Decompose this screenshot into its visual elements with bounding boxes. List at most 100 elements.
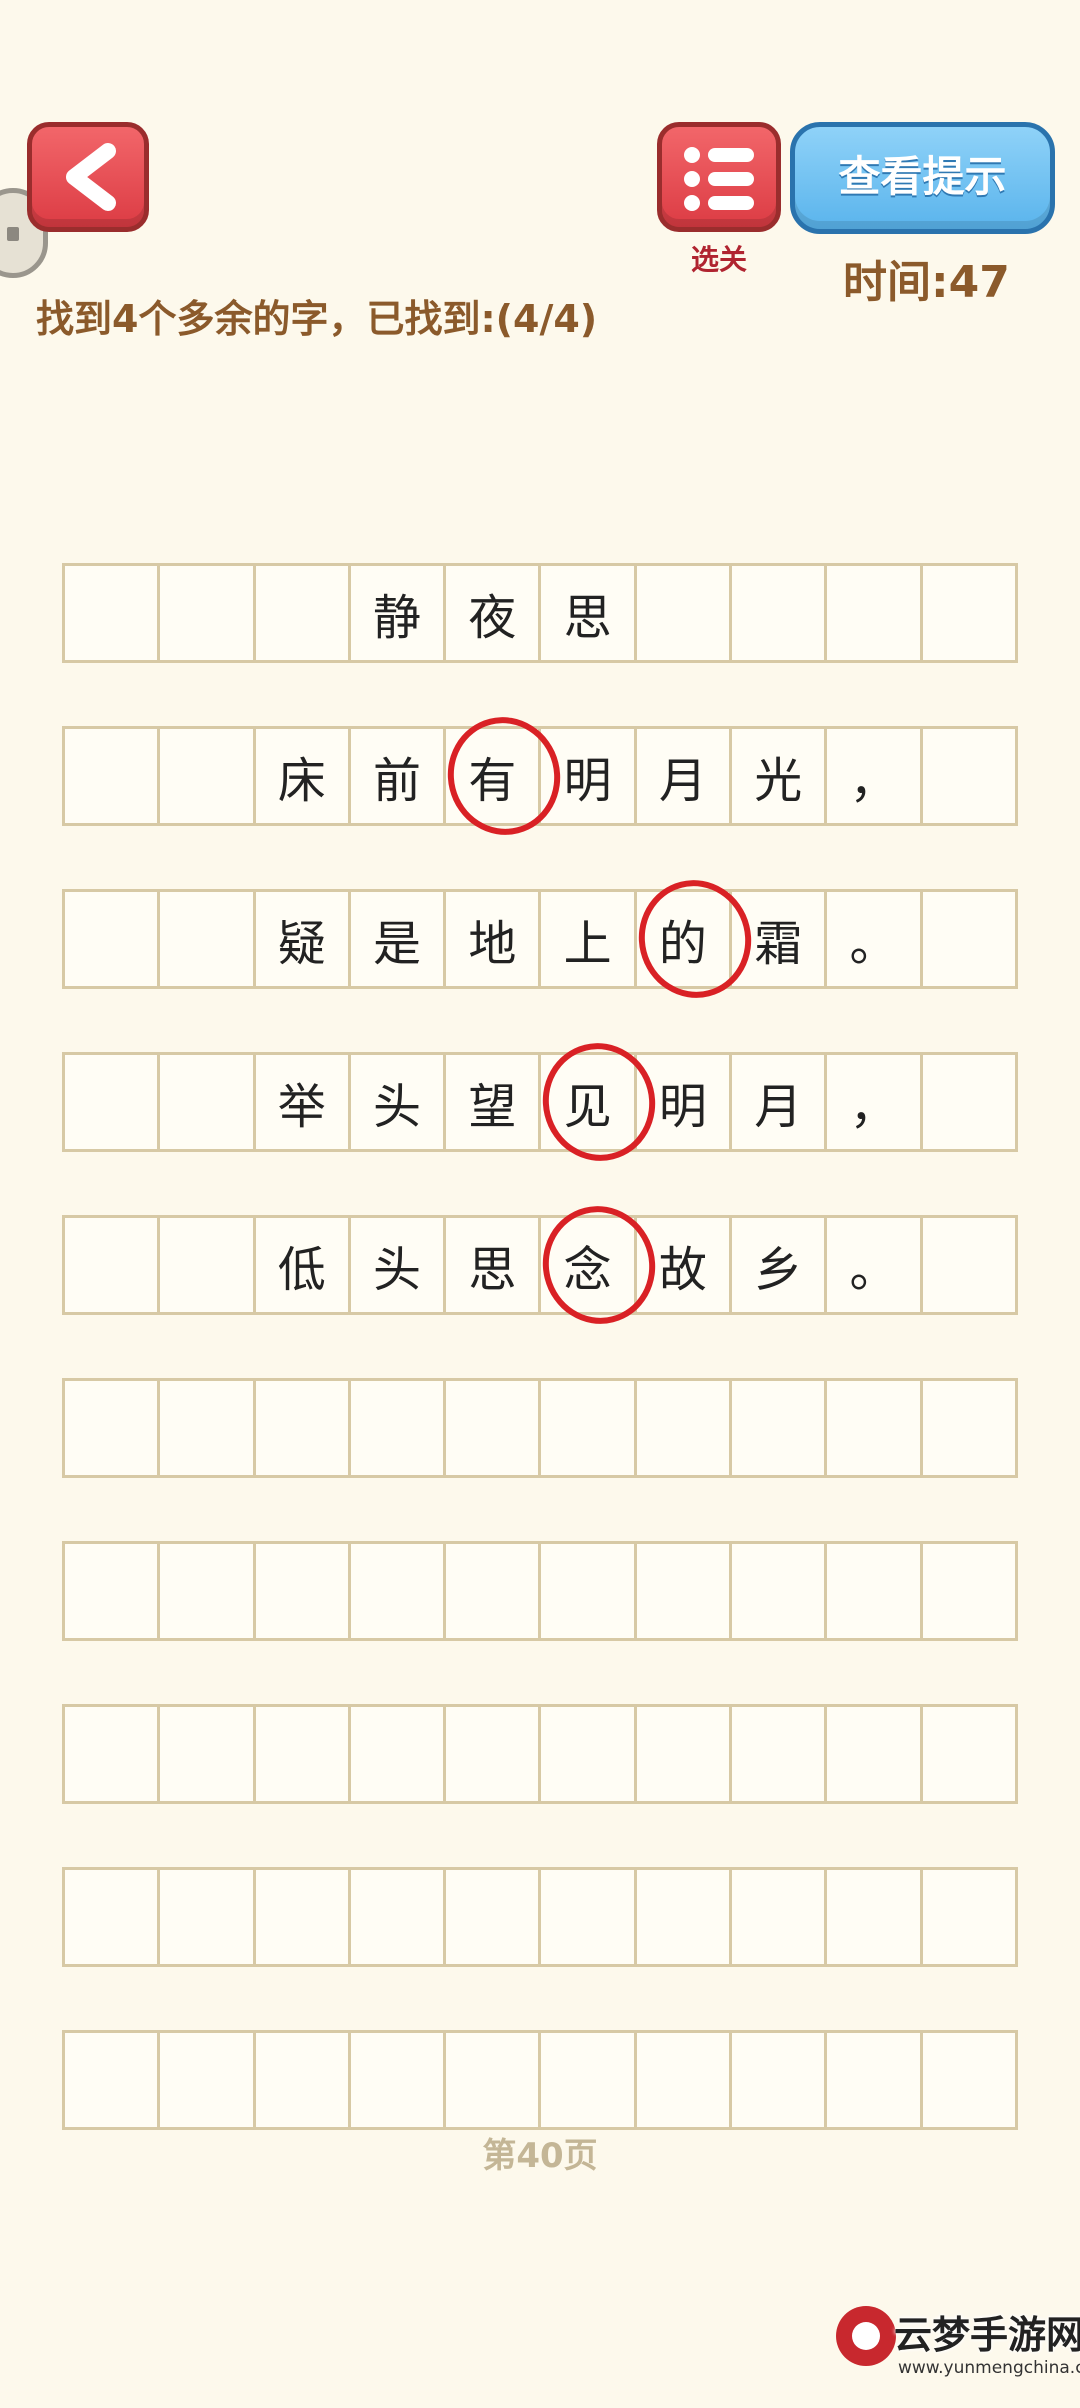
grid-cell[interactable] — [827, 566, 923, 660]
grid-cell[interactable] — [351, 1707, 447, 1801]
grid-cell[interactable] — [65, 1218, 161, 1312]
grid-cell[interactable]: 举 — [256, 1055, 351, 1149]
grid-cell[interactable]: 夜 — [446, 566, 542, 660]
grid-cell[interactable] — [732, 1381, 828, 1475]
grid-cell[interactable] — [65, 2033, 161, 2127]
grid-cell[interactable] — [827, 2033, 923, 2127]
grid-cell[interactable]: 月 — [637, 729, 733, 823]
grid-cell[interactable] — [827, 1381, 923, 1475]
view-hint-button[interactable]: 查看提示 — [790, 122, 1055, 234]
grid-cell[interactable] — [637, 1870, 733, 1964]
grid-cell[interactable] — [160, 2033, 256, 2127]
grid-cell[interactable]: 低 — [256, 1218, 351, 1312]
grid-cell[interactable] — [923, 1055, 1015, 1149]
grid-cell[interactable]: 月 — [732, 1055, 828, 1149]
grid-cell-found[interactable]: 念 — [541, 1218, 637, 1312]
grid-cell[interactable]: 前 — [351, 729, 447, 823]
grid-cell[interactable] — [446, 1544, 542, 1638]
grid-cell[interactable]: 床 — [256, 729, 351, 823]
grid-cell[interactable] — [827, 1544, 923, 1638]
grid-cell[interactable] — [923, 1381, 1015, 1475]
grid-cell[interactable] — [351, 1381, 447, 1475]
grid-cell[interactable] — [923, 566, 1015, 660]
grid-cell[interactable] — [65, 1544, 161, 1638]
grid-cell[interactable] — [65, 729, 161, 823]
grid-cell[interactable] — [637, 566, 733, 660]
grid-cell[interactable] — [160, 1544, 256, 1638]
grid-cell[interactable]: 明 — [541, 729, 637, 823]
grid-cell[interactable] — [541, 1870, 637, 1964]
grid-cell[interactable]: 是 — [351, 892, 447, 986]
grid-cell[interactable] — [732, 1544, 828, 1638]
grid-cell[interactable] — [637, 1381, 733, 1475]
grid-cell[interactable] — [351, 1870, 447, 1964]
grid-cell[interactable] — [541, 1381, 637, 1475]
grid-cell[interactable] — [637, 2033, 733, 2127]
back-button[interactable] — [27, 122, 149, 232]
grid-cell[interactable] — [923, 1870, 1015, 1964]
grid-cell[interactable]: 头 — [351, 1218, 447, 1312]
grid-cell[interactable]: 故 — [637, 1218, 733, 1312]
grid-cell[interactable] — [256, 1707, 351, 1801]
grid-cell[interactable]: 光 — [732, 729, 828, 823]
grid-cell[interactable] — [65, 892, 161, 986]
grid-cell[interactable] — [160, 566, 256, 660]
grid-cell[interactable]: 霜 — [732, 892, 828, 986]
grid-cell[interactable] — [923, 1544, 1015, 1638]
grid-cell[interactable]: 望 — [446, 1055, 542, 1149]
grid-cell[interactable] — [446, 1870, 542, 1964]
grid-cell[interactable] — [541, 1707, 637, 1801]
grid-cell[interactable]: 上 — [541, 892, 637, 986]
grid-cell[interactable]: ， — [827, 729, 923, 823]
grid-cell-found[interactable]: 的 — [637, 892, 733, 986]
grid-cell[interactable] — [65, 1381, 161, 1475]
grid-cell[interactable] — [160, 1055, 256, 1149]
grid-cell[interactable] — [923, 892, 1015, 986]
grid-cell[interactable] — [732, 2033, 828, 2127]
grid-cell[interactable] — [923, 2033, 1015, 2127]
grid-cell[interactable] — [732, 1707, 828, 1801]
grid-cell[interactable] — [256, 1544, 351, 1638]
grid-cell[interactable] — [351, 2033, 447, 2127]
grid-cell[interactable]: ， — [827, 1055, 923, 1149]
grid-cell[interactable]: 。 — [827, 1218, 923, 1312]
grid-cell[interactable] — [65, 1870, 161, 1964]
grid-cell[interactable] — [446, 1707, 542, 1801]
grid-cell[interactable] — [160, 1870, 256, 1964]
grid-cell[interactable]: 明 — [637, 1055, 733, 1149]
grid-cell[interactable] — [65, 1707, 161, 1801]
grid-cell[interactable]: 。 — [827, 892, 923, 986]
grid-cell[interactable] — [160, 729, 256, 823]
grid-cell[interactable] — [160, 892, 256, 986]
grid-cell[interactable] — [923, 729, 1015, 823]
grid-cell[interactable] — [637, 1707, 733, 1801]
grid-cell[interactable] — [541, 2033, 637, 2127]
grid-cell[interactable] — [923, 1707, 1015, 1801]
grid-cell[interactable] — [256, 1870, 351, 1964]
grid-cell[interactable] — [160, 1218, 256, 1312]
grid-cell[interactable] — [637, 1544, 733, 1638]
grid-cell-found[interactable]: 有 — [446, 729, 542, 823]
grid-cell[interactable] — [256, 1381, 351, 1475]
grid-cell[interactable]: 思 — [541, 566, 637, 660]
grid-cell[interactable] — [923, 1218, 1015, 1312]
grid-cell[interactable] — [65, 1055, 161, 1149]
grid-cell[interactable] — [256, 566, 351, 660]
grid-cell[interactable] — [827, 1870, 923, 1964]
grid-cell[interactable] — [446, 2033, 542, 2127]
grid-cell[interactable] — [65, 566, 161, 660]
grid-cell[interactable] — [256, 2033, 351, 2127]
grid-cell[interactable]: 乡 — [732, 1218, 828, 1312]
grid-cell[interactable] — [160, 1707, 256, 1801]
grid-cell[interactable]: 头 — [351, 1055, 447, 1149]
grid-cell[interactable]: 思 — [446, 1218, 542, 1312]
grid-cell[interactable]: 静 — [351, 566, 447, 660]
grid-cell[interactable] — [732, 1870, 828, 1964]
grid-cell[interactable]: 地 — [446, 892, 542, 986]
grid-cell[interactable] — [541, 1544, 637, 1638]
level-select-button[interactable] — [657, 122, 781, 232]
grid-cell[interactable] — [160, 1381, 256, 1475]
grid-cell[interactable] — [351, 1544, 447, 1638]
grid-cell[interactable]: 疑 — [256, 892, 351, 986]
grid-cell[interactable] — [732, 566, 828, 660]
